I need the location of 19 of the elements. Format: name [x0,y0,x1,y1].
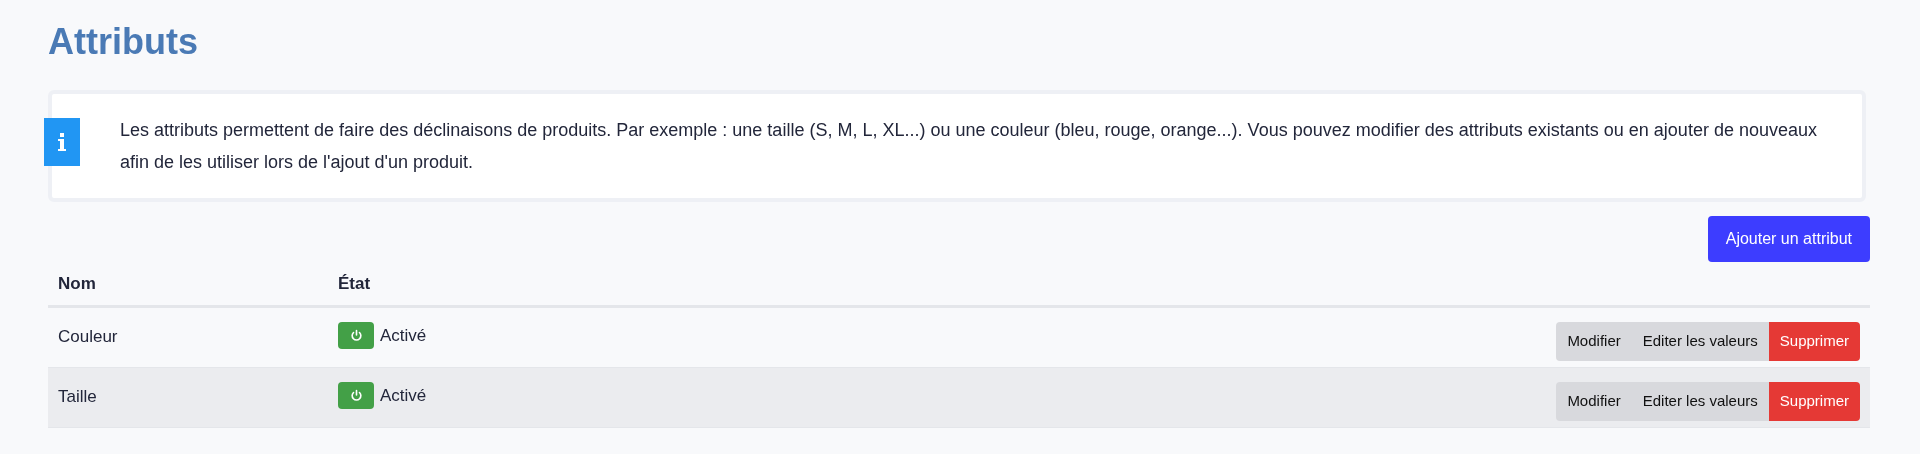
power-icon [349,389,363,402]
action-button[interactable]: Modifier [1556,382,1632,421]
action-button[interactable]: Supprimer [1768,322,1860,361]
add-attribute-button[interactable]: Ajouter un attribut [1707,216,1870,262]
column-header: Nom [57,272,97,295]
power-icon [349,329,363,342]
name-cell-text: Taille [57,386,98,408]
column-header: État [338,272,371,295]
status-toggle[interactable] [338,382,374,409]
action-button[interactable]: Supprimer [1768,382,1860,421]
status-text: Activé [380,324,427,347]
status-toggle[interactable] [338,322,374,349]
info-text: Les attributs permettent de faire des déclinaisons de produits. Par exemple : une taille (S, M, L, XL...) ou une couleur (bleu, rouge, orange...). Vous pouvez modifier des attributs existants ou en ajouter de nouveaux afin de les utiliser lors de l'ajout d'un produit. [120,119,1818,174]
action-button[interactable]: Editer les valeurs [1631,382,1769,421]
action-button[interactable]: Editer les valeurs [1631,322,1769,361]
status-text: Activé [380,384,427,407]
name-cell-text: Couleur [57,326,119,348]
page-title: Attributs [48,20,199,64]
action-button[interactable]: Modifier [1556,322,1632,361]
